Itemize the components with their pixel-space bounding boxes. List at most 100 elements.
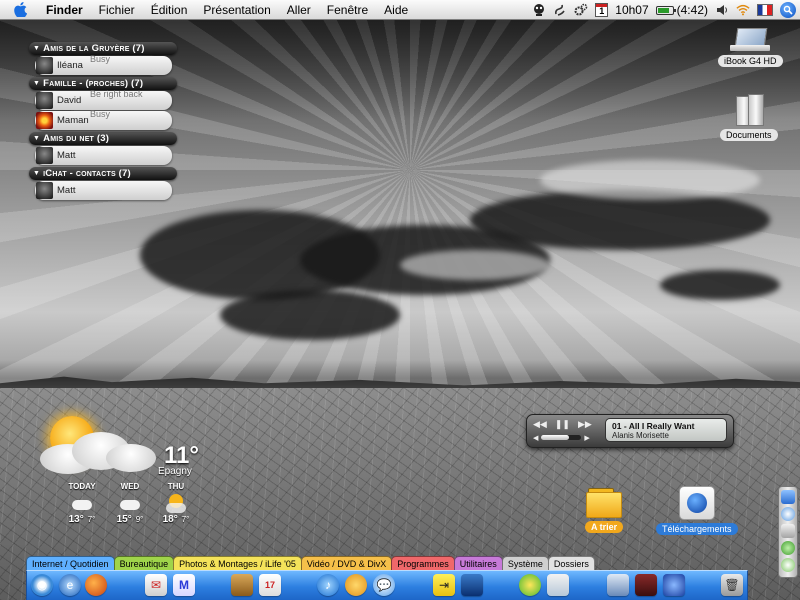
trash-icon[interactable]: 🗑 [721, 574, 743, 596]
forecast-day: TODAY 13° 7° [60, 482, 104, 525]
track-title: 01 - All I Really Want [612, 421, 695, 431]
tab-utilitaires[interactable]: Utilitaires [453, 556, 503, 571]
forecast-high: 13° [68, 514, 84, 525]
buddy-row[interactable]: Iléana Busy [35, 54, 172, 75]
transfer-icon[interactable]: ⇥ [433, 574, 455, 596]
next-track-icon[interactable]: ▶▶ [578, 419, 592, 430]
finder-dock-icon[interactable] [607, 574, 629, 596]
address-book-icon[interactable] [231, 574, 253, 596]
ichat-icon[interactable]: 💬 [373, 574, 395, 596]
apple-menu-icon[interactable] [12, 2, 28, 18]
group-header[interactable]: ▼ Amis du net (3) [29, 132, 177, 145]
spotlight-icon[interactable] [780, 2, 796, 18]
tab-video-dvd-divx[interactable]: Vidéo / DVD & DivX [300, 556, 393, 571]
menubar-clock[interactable]: 10h07 [615, 3, 648, 17]
ichat-status-icon[interactable] [532, 3, 546, 17]
cloud [540, 160, 760, 200]
buddy-row[interactable]: Matt [35, 181, 172, 200]
application-icon[interactable] [519, 574, 541, 596]
volume-icon[interactable] [715, 3, 729, 17]
toolbox-icon[interactable] [635, 574, 657, 596]
menu-bar: Finder Fichier Édition Présentation Alle… [0, 0, 800, 20]
person-icon[interactable] [781, 541, 795, 555]
shell-icon[interactable] [781, 558, 795, 572]
ical-icon[interactable]: 17 [259, 574, 281, 596]
disk-icon[interactable] [781, 524, 795, 538]
battery-status[interactable]: (4:42) [655, 3, 708, 17]
group-header[interactable]: ▼ iChat - contacts (7) [29, 167, 177, 180]
folder-icon [586, 488, 623, 518]
preview-icon[interactable] [547, 574, 569, 596]
forecast-day-label: TODAY [68, 482, 96, 491]
calendar-icon[interactable]: 1 [595, 3, 609, 17]
menu-presentation[interactable]: Présentation [195, 3, 278, 17]
volume-slider[interactable]: ◀ ▶ [533, 434, 599, 442]
calendar-day: 1 [599, 6, 605, 16]
photo-icon[interactable] [461, 574, 483, 596]
menu-aide[interactable]: Aide [376, 3, 416, 17]
messenger-icon[interactable]: M [173, 574, 195, 596]
group-label: Famille - (proches) (7) [43, 78, 144, 89]
buddy-row[interactable]: Maman Busy [35, 109, 172, 130]
desktop-icon-ibook-hd[interactable]: iBook G4 HD [718, 28, 783, 67]
pause-icon[interactable]: ❚❚ [555, 419, 570, 430]
buddy-status: Be right back [90, 89, 143, 99]
buddy-name: Maman [57, 115, 89, 126]
desktop-icon-a-trier[interactable]: A trier [585, 488, 624, 533]
group-label: Amis de la Gruyère (7) [43, 43, 145, 54]
script-menu-icon[interactable] [553, 3, 567, 17]
disclosure-triangle-icon[interactable]: ▼ [33, 80, 40, 87]
tab-bureautique[interactable]: Bureautique [113, 556, 175, 571]
desktop-icon-telechargements[interactable]: Téléchargements [656, 486, 738, 535]
desktop-icon-label: Téléchargements [656, 523, 738, 535]
utility-icon[interactable] [663, 574, 685, 596]
tab-photos-montages[interactable]: Photos & Montages / iLife '05 [173, 556, 302, 571]
itunes-icon[interactable]: ♪ [317, 574, 339, 596]
forecast-day: WED 15° 9° [108, 482, 152, 525]
group-label: iChat - contacts (7) [43, 168, 131, 179]
ichat-av-icon[interactable] [345, 574, 367, 596]
internet-explorer-icon[interactable]: e [59, 574, 81, 596]
menu-fenetre[interactable]: Fenêtre [319, 3, 376, 17]
cloud [400, 250, 550, 280]
tab-dossiers[interactable]: Dossiers [547, 556, 595, 571]
tab-programmes[interactable]: Programmes [391, 556, 455, 571]
side-drawer [778, 486, 798, 578]
input-menu-flag-icon[interactable] [757, 4, 773, 16]
buddy-row[interactable]: Matt [35, 146, 172, 165]
buddy-avatar [36, 182, 53, 199]
mail-stamp-icon[interactable]: ✉ [145, 574, 167, 596]
forecast-low: 7° [87, 515, 96, 524]
disclosure-triangle-icon[interactable]: ▼ [33, 170, 40, 177]
previous-track-icon[interactable]: ◀◀ [533, 419, 547, 430]
firefox-icon[interactable] [85, 574, 107, 596]
cloud-icon [117, 493, 143, 513]
desktop-icon-documents[interactable]: Documents [720, 90, 778, 141]
globe-icon[interactable] [781, 507, 795, 521]
menu-fichier[interactable]: Fichier [91, 3, 143, 17]
buddy-avatar [36, 112, 53, 129]
battery-time: (4:42) [676, 3, 708, 17]
forecast-high: 18° [162, 514, 178, 525]
documents-icon [732, 90, 766, 126]
buddy-name: Matt [57, 150, 76, 161]
weather-widget[interactable]: 11° Epagny TODAY 13° 7° WED 15° 9° THU 18°… [36, 408, 206, 528]
buddy-status: Busy [90, 109, 111, 119]
safari-icon[interactable]: ◎ [31, 574, 53, 596]
gears-icon[interactable] [574, 3, 588, 17]
menu-finder[interactable]: Finder [38, 3, 91, 17]
cloud [220, 290, 400, 340]
disclosure-triangle-icon[interactable]: ▼ [33, 135, 40, 142]
tab-systeme[interactable]: Système [501, 556, 549, 571]
cloud-icon [69, 493, 95, 513]
laptop-icon [730, 28, 771, 52]
menu-edition[interactable]: Édition [143, 3, 196, 17]
airport-wifi-icon[interactable] [736, 3, 750, 17]
buddy-name: Iléana [57, 60, 83, 71]
finder-icon[interactable] [781, 490, 795, 504]
buddy-row[interactable]: David Be right back [35, 89, 172, 110]
disclosure-triangle-icon[interactable]: ▼ [33, 45, 40, 52]
tab-internet-quotidien[interactable]: Internet / Quotidien [26, 556, 115, 571]
desktop-icon-label: Documents [720, 129, 778, 141]
menu-aller[interactable]: Aller [279, 3, 319, 17]
